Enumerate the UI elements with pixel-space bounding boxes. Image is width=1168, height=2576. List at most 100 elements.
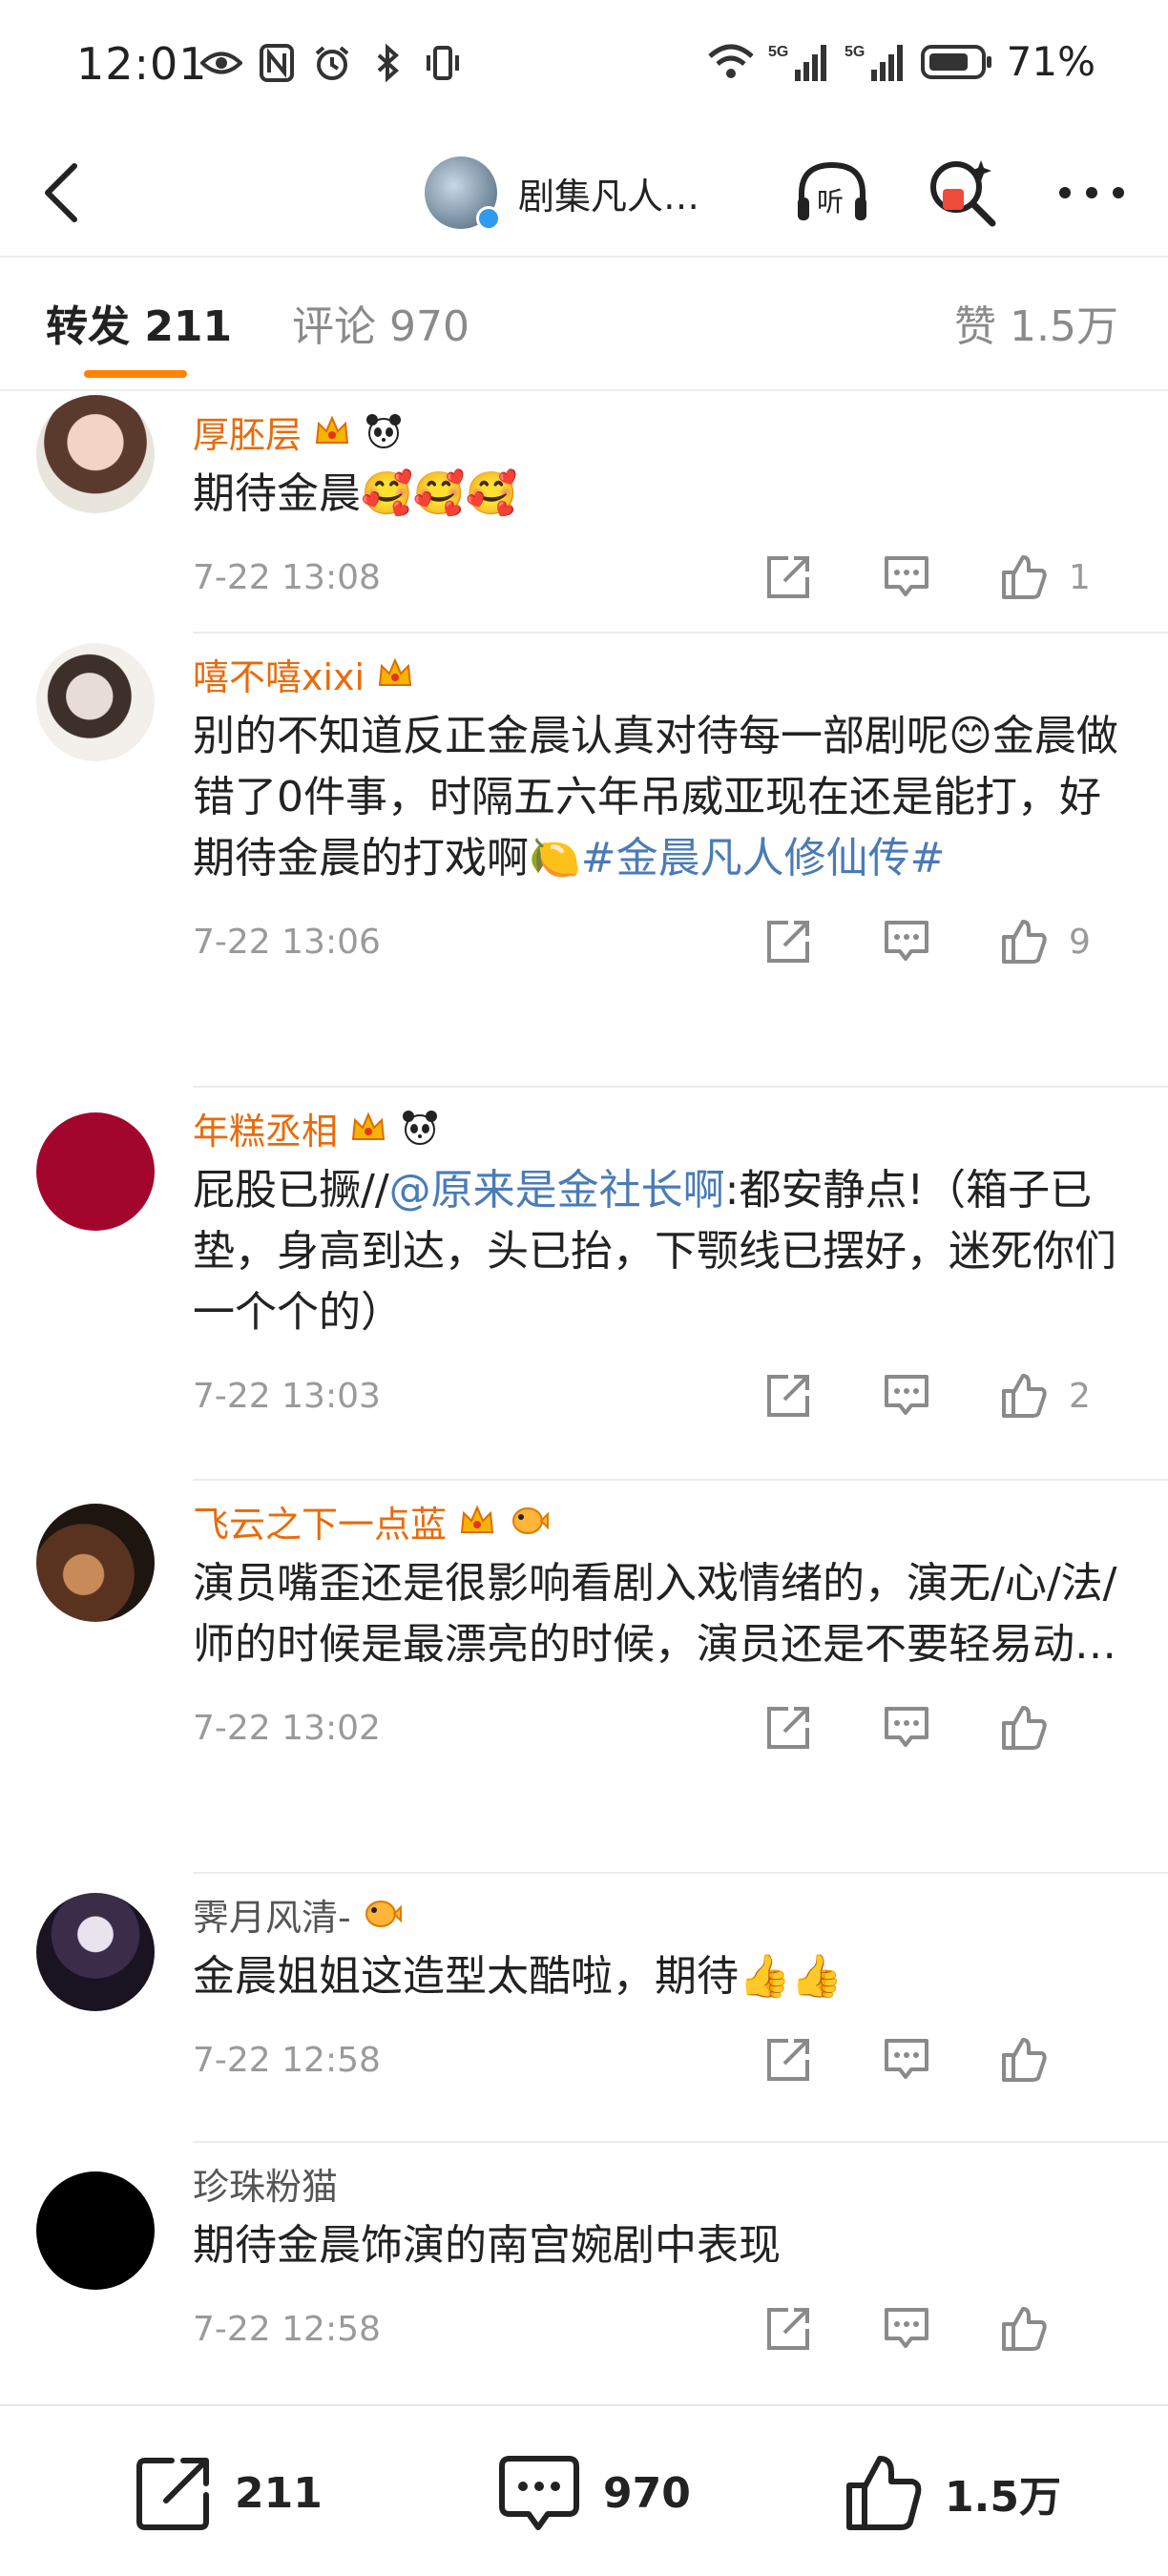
- tab-likes[interactable]: 赞 1.5万: [954, 292, 1118, 353]
- tab-indicator: [84, 370, 187, 378]
- share-button[interactable]: [763, 2035, 813, 2085]
- bottom-repost-count: 211: [235, 2468, 323, 2518]
- username[interactable]: 飞云之下一点蓝: [193, 1492, 1130, 1549]
- reply-button[interactable]: [882, 1371, 931, 1421]
- avatar[interactable]: [36, 1893, 155, 2011]
- avatar[interactable]: [36, 1112, 155, 1231]
- reply-button[interactable]: [882, 2035, 931, 2085]
- username[interactable]: 年糕丞相: [193, 1099, 1130, 1156]
- hashtag-link[interactable]: #金晨凡人修仙传#: [581, 834, 946, 883]
- more-button[interactable]: [1053, 155, 1130, 231]
- reply-icon: [885, 921, 928, 961]
- like-button[interactable]: [1000, 2305, 1092, 2353]
- reply-button[interactable]: [882, 2304, 931, 2354]
- username[interactable]: 厚胚层: [193, 403, 1130, 460]
- username-text: 珍珠粉猫: [193, 2165, 339, 2208]
- bottom-repost-button[interactable]: 211: [134, 2450, 323, 2536]
- wifi-icon: [707, 41, 755, 83]
- like-icon: [1002, 1706, 1047, 1750]
- nav-bar: 剧集凡人… 听: [0, 134, 1168, 258]
- mention-link[interactable]: @原来是金社长啊: [389, 1166, 725, 1215]
- comment-text: 金晨姐姐这造型太酷啦，期待👍👍: [193, 1952, 844, 2001]
- panda-badge-icon: [399, 1107, 441, 1149]
- bottom-like-count: 1.5万: [945, 2473, 1061, 2522]
- comment-text-before: 屁股已撅//: [193, 1166, 389, 1215]
- comment-time: 7-22 13:03: [193, 1376, 381, 1416]
- bottom-comment-button[interactable]: 970: [496, 2450, 691, 2536]
- listen-button[interactable]: 听: [794, 155, 870, 231]
- list-item: 厚胚层 期待金晨🥰🥰🥰 7-22 13:08 1: [0, 391, 1168, 634]
- username-text: 飞云之下一点蓝: [193, 1503, 448, 1546]
- share-button[interactable]: [763, 1703, 813, 1753]
- verified-icon: [476, 206, 501, 231]
- nav-avatar[interactable]: [425, 156, 501, 231]
- like-button[interactable]: [1000, 1704, 1092, 1752]
- crown-badge-icon: [374, 653, 416, 695]
- nav-account[interactable]: 剧集凡人…: [425, 145, 699, 240]
- like-count: 1: [1069, 557, 1091, 597]
- reply-icon: [885, 1375, 928, 1415]
- signal-label-1: 5G: [768, 44, 788, 60]
- back-icon: [45, 163, 77, 222]
- tab-repost[interactable]: 转发 211: [46, 292, 232, 353]
- bluetooth-icon: [366, 42, 408, 84]
- share-icon: [767, 556, 809, 598]
- bottom-comment-count: 970: [603, 2468, 691, 2518]
- comment-icon: [499, 2456, 579, 2530]
- signal-label-2: 5G: [845, 44, 865, 60]
- comment-actions: 9: [763, 889, 1092, 994]
- list-item: 珍珠粉猫 期待金晨饰演的南宫婉剧中表现 7-22 12:58: [0, 2143, 1168, 2408]
- avatar[interactable]: [36, 395, 155, 513]
- username-text: 年糕丞相: [193, 1110, 339, 1153]
- like-count: 2: [1069, 1376, 1091, 1416]
- share-icon: [767, 1375, 809, 1417]
- reply-button[interactable]: [882, 917, 931, 966]
- status-time: 12:01: [76, 38, 208, 90]
- like-button[interactable]: 1: [1000, 553, 1092, 601]
- back-button[interactable]: [32, 155, 90, 231]
- comment-time: 7-22 12:58: [193, 2040, 381, 2080]
- ai-search-button[interactable]: [924, 155, 1000, 231]
- share-button[interactable]: [763, 2304, 813, 2354]
- tabs-bar: 转发 211 评论 970 赞 1.5万: [0, 260, 1168, 391]
- like-icon: [1002, 2038, 1047, 2082]
- username-text: 霁月风清-: [193, 1896, 351, 1939]
- share-icon: [767, 1707, 809, 1749]
- eye-icon: [200, 42, 242, 84]
- tab-comments[interactable]: 评论 970: [292, 292, 469, 353]
- comment-time: 7-22 13:02: [193, 1708, 381, 1748]
- listen-icon: 听: [798, 161, 866, 220]
- like-icon: [1002, 2307, 1047, 2351]
- username[interactable]: 嘻不嘻xixi: [193, 645, 1130, 702]
- share-button[interactable]: [763, 917, 813, 966]
- comment-text: 演员嘴歪还是很影响看剧入戏情绪的，演无/心/法/师的时候是最漂亮的时候，演员还是…: [193, 1559, 1117, 1669]
- share-button[interactable]: [763, 1371, 813, 1421]
- panda-badge-icon: [363, 410, 405, 452]
- reply-button[interactable]: [882, 1703, 931, 1753]
- like-button[interactable]: 2: [1000, 1372, 1092, 1420]
- share-icon: [767, 2308, 809, 2350]
- avatar[interactable]: [36, 1504, 155, 1622]
- reply-icon: [885, 2308, 928, 2348]
- comment-actions: [763, 1675, 1092, 1780]
- comment-meta: 7-22 13:08 1: [193, 525, 1130, 630]
- share-button[interactable]: [763, 552, 813, 602]
- list-item: 嘻不嘻xixi 别的不知道反正金晨认真对待每一部剧呢😊金晨做错了0件事，时隔五六…: [0, 634, 1168, 1088]
- reply-icon: [885, 1707, 928, 1747]
- reply-button[interactable]: [882, 552, 931, 602]
- like-button[interactable]: 9: [1000, 918, 1092, 966]
- bottom-like-button[interactable]: 1.5万: [844, 2450, 1061, 2536]
- svg-text:听: 听: [817, 186, 844, 218]
- username[interactable]: 珍珠粉猫: [193, 2154, 1130, 2212]
- comment-text: 别的不知道反正金晨认真对待每一部剧呢😊金晨做错了0件事，时隔五六年吊威亚现在还是…: [193, 706, 1130, 889]
- avatar[interactable]: [36, 2171, 155, 2290]
- avatar[interactable]: [36, 643, 155, 761]
- username-text: 厚胚层: [193, 413, 302, 456]
- share-icon: [767, 921, 809, 963]
- more-icon: [1059, 187, 1124, 198]
- like-button[interactable]: [1000, 2036, 1092, 2084]
- nav-title: 剧集凡人…: [518, 175, 700, 218]
- list-item: 霁月风清- 金晨姐姐这造型太酷啦，期待👍👍 7-22 12:58: [0, 1874, 1168, 2143]
- username[interactable]: 霁月风清-: [193, 1885, 1130, 1942]
- nav-actions: 听: [794, 155, 1130, 231]
